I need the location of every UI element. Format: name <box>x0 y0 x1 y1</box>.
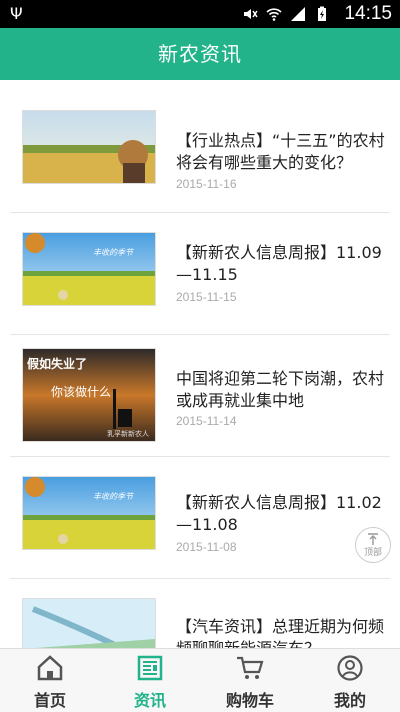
news-thumbnail: 假如失业了 你该做什么 乳孚新新农人 <box>22 348 156 442</box>
thumb-line1: 假如失业了 <box>27 357 88 371</box>
app-header: 新农资讯 <box>0 28 400 80</box>
status-time: 14:15 <box>344 3 392 24</box>
news-thumbnail <box>22 110 156 184</box>
news-title[interactable]: 【新新农人信息周报】11.02—11.08 <box>176 492 386 536</box>
bottom-tab-bar: 首页 资讯 购物车 我的 <box>0 648 400 712</box>
news-item[interactable]: 丰收的季节 【新新农人信息周报】11.09—11.15 2015-11-15 <box>10 212 390 335</box>
news-title[interactable]: 【新新农人信息周报】11.09—11.15 <box>176 242 386 286</box>
signal-icon <box>291 7 305 21</box>
usb-icon: Ψ <box>10 4 23 23</box>
news-item[interactable]: 假如失业了 你该做什么 乳孚新新农人 中国将迎第二轮下岗潮，农村或成再就业集中地… <box>10 334 390 457</box>
thumb-watermark: 乳孚新新农人 <box>107 430 149 438</box>
tab-label: 资讯 <box>133 691 166 710</box>
tab-me[interactable]: 我的 <box>300 649 400 712</box>
news-date: 2015-11-14 <box>176 414 237 428</box>
thumb-caption: 丰收的季节 <box>93 492 133 501</box>
status-icons <box>242 6 330 22</box>
thumb-line2: 你该做什么 <box>51 385 112 399</box>
news-date: 2015-11-15 <box>176 290 237 304</box>
tab-news[interactable]: 资讯 <box>100 649 200 712</box>
tab-label: 首页 <box>33 691 66 710</box>
mute-icon <box>244 9 258 19</box>
user-icon <box>337 655 363 681</box>
battery-icon <box>318 6 326 21</box>
back-to-top-button[interactable]: 顶部 <box>355 527 391 563</box>
news-icon <box>137 655 163 681</box>
news-date: 2015-11-08 <box>176 540 237 554</box>
thumb-caption: 丰收的季节 <box>93 248 133 257</box>
news-title[interactable]: 【汽车资讯】总理近期为何频频聊聊新能源汽车？ <box>176 616 386 648</box>
tab-home[interactable]: 首页 <box>0 649 100 712</box>
news-title[interactable]: 中国将迎第二轮下岗潮，农村或成再就业集中地 <box>176 368 386 412</box>
news-item[interactable]: 【行业热点】“十三五”的农村将会有哪些重大的变化？ 2015-11-16 <box>10 90 390 213</box>
news-thumbnail: 丰收的季节 <box>22 232 156 306</box>
status-bar: Ψ 14:15 <box>0 0 400 28</box>
news-title[interactable]: 【行业热点】“十三五”的农村将会有哪些重大的变化？ <box>176 130 386 174</box>
wifi-icon <box>266 8 282 21</box>
back-to-top-label: 顶部 <box>363 548 382 558</box>
cart-icon <box>237 656 264 679</box>
news-item[interactable]: 【汽车资讯】总理近期为何频频聊聊新能源汽车？ <box>10 578 390 648</box>
news-item[interactable]: 丰收的季节 【新新农人信息周报】11.02—11.08 2015-11-08 <box>10 456 390 579</box>
news-list[interactable]: 【行业热点】“十三五”的农村将会有哪些重大的变化？ 2015-11-16 丰收的… <box>0 80 400 648</box>
tab-label: 购物车 <box>225 691 274 710</box>
news-thumbnail <box>22 598 156 648</box>
arrow-up-icon <box>368 533 378 545</box>
tab-cart[interactable]: 购物车 <box>200 649 300 712</box>
page-title: 新农资讯 <box>158 42 242 66</box>
news-date: 2015-11-16 <box>176 177 237 191</box>
news-thumbnail: 丰收的季节 <box>22 476 156 550</box>
home-icon <box>37 655 63 681</box>
tab-label: 我的 <box>333 691 366 710</box>
